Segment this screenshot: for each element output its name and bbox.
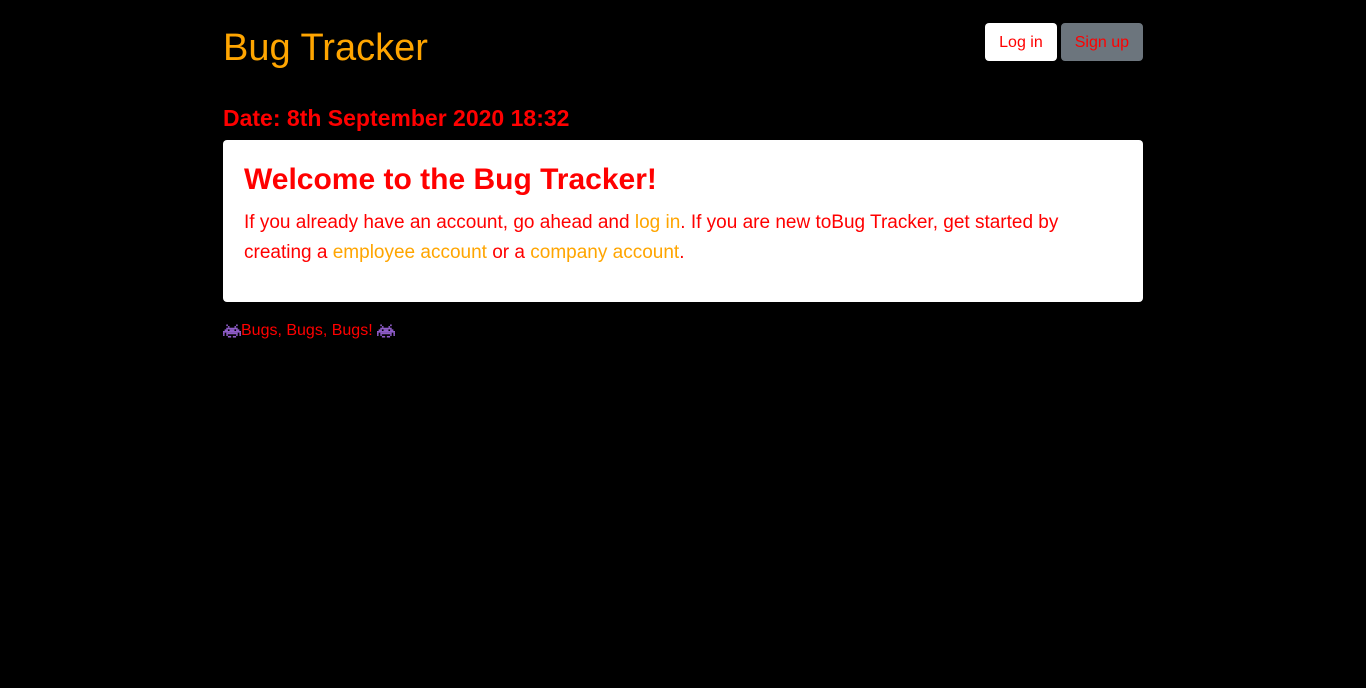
page-container: Bug Tracker Log in Sign up Date: 8th Sep… [223,0,1143,339]
alien-monster-icon [377,324,396,338]
footer-text: Bugs, Bugs, Bugs! [241,322,378,339]
welcome-text-part-4: . [679,242,685,263]
company-account-link[interactable]: company account [530,242,679,263]
welcome-card: Welcome to the Bug Tracker! If you alrea… [223,140,1143,302]
employee-account-link[interactable]: employee account [333,242,487,263]
brand-title[interactable]: Bug Tracker [223,24,428,72]
welcome-text: If you already have an account, go ahead… [244,208,1122,268]
signup-button[interactable]: Sign up [1060,23,1143,61]
date-line: Date: 8th September 2020 18:32 [223,105,570,131]
welcome-text-part-1: If you already have an account, go ahead… [244,212,635,233]
login-button[interactable]: Log in [985,23,1057,61]
auth-buttons: Log in Sign up [985,23,1143,61]
login-link[interactable]: log in [635,212,680,233]
header: Bug Tracker Log in Sign up [223,0,1143,100]
alien-monster-icon [223,324,241,338]
footer: Bugs, Bugs, Bugs! [223,320,396,342]
welcome-text-part-3: or a [486,242,531,263]
welcome-title: Welcome to the Bug Tracker! [244,163,657,196]
